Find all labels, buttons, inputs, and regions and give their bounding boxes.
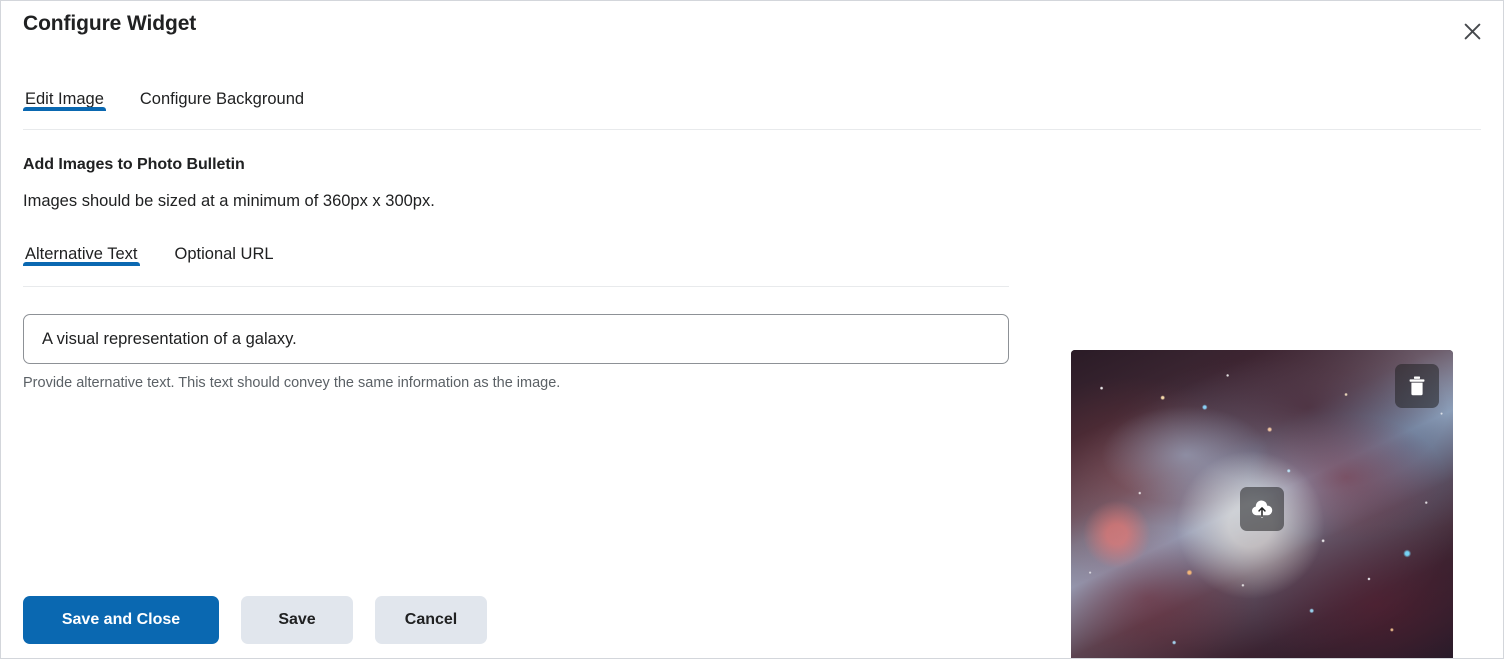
save-button[interactable]: Save <box>241 596 353 644</box>
alt-text-input[interactable] <box>23 314 1009 364</box>
dialog-footer: Save and Close Save Cancel <box>23 596 487 644</box>
section-subtext: Images should be sized at a minimum of 3… <box>23 192 1481 211</box>
delete-image-button[interactable] <box>1395 364 1439 408</box>
close-button[interactable] <box>1455 14 1489 48</box>
primary-tab-bar: Edit Image Configure Background <box>23 63 1481 130</box>
configure-widget-dialog: Configure Widget Edit Image Configure Ba… <box>0 0 1504 659</box>
page-title: Configure Widget <box>23 12 196 36</box>
cloud-upload-icon <box>1250 499 1274 519</box>
tab-alternative-text[interactable]: Alternative Text <box>23 241 140 264</box>
section-heading: Add Images to Photo Bulletin <box>23 156 1481 174</box>
tab-configure-background[interactable]: Configure Background <box>138 63 306 109</box>
tab-optional-url[interactable]: Optional URL <box>173 241 276 264</box>
trash-icon <box>1407 375 1427 397</box>
dialog-body: Add Images to Photo Bulletin Images shou… <box>1 156 1503 391</box>
upload-image-button[interactable] <box>1240 487 1284 531</box>
cancel-button[interactable]: Cancel <box>375 596 487 644</box>
dialog-header: Configure Widget <box>1 1 1503 63</box>
secondary-tab-bar: Alternative Text Optional URL <box>23 241 1009 287</box>
close-icon <box>1464 23 1481 40</box>
tab-edit-image[interactable]: Edit Image <box>23 63 106 109</box>
image-thumbnail <box>1071 350 1453 659</box>
save-and-close-button[interactable]: Save and Close <box>23 596 219 644</box>
